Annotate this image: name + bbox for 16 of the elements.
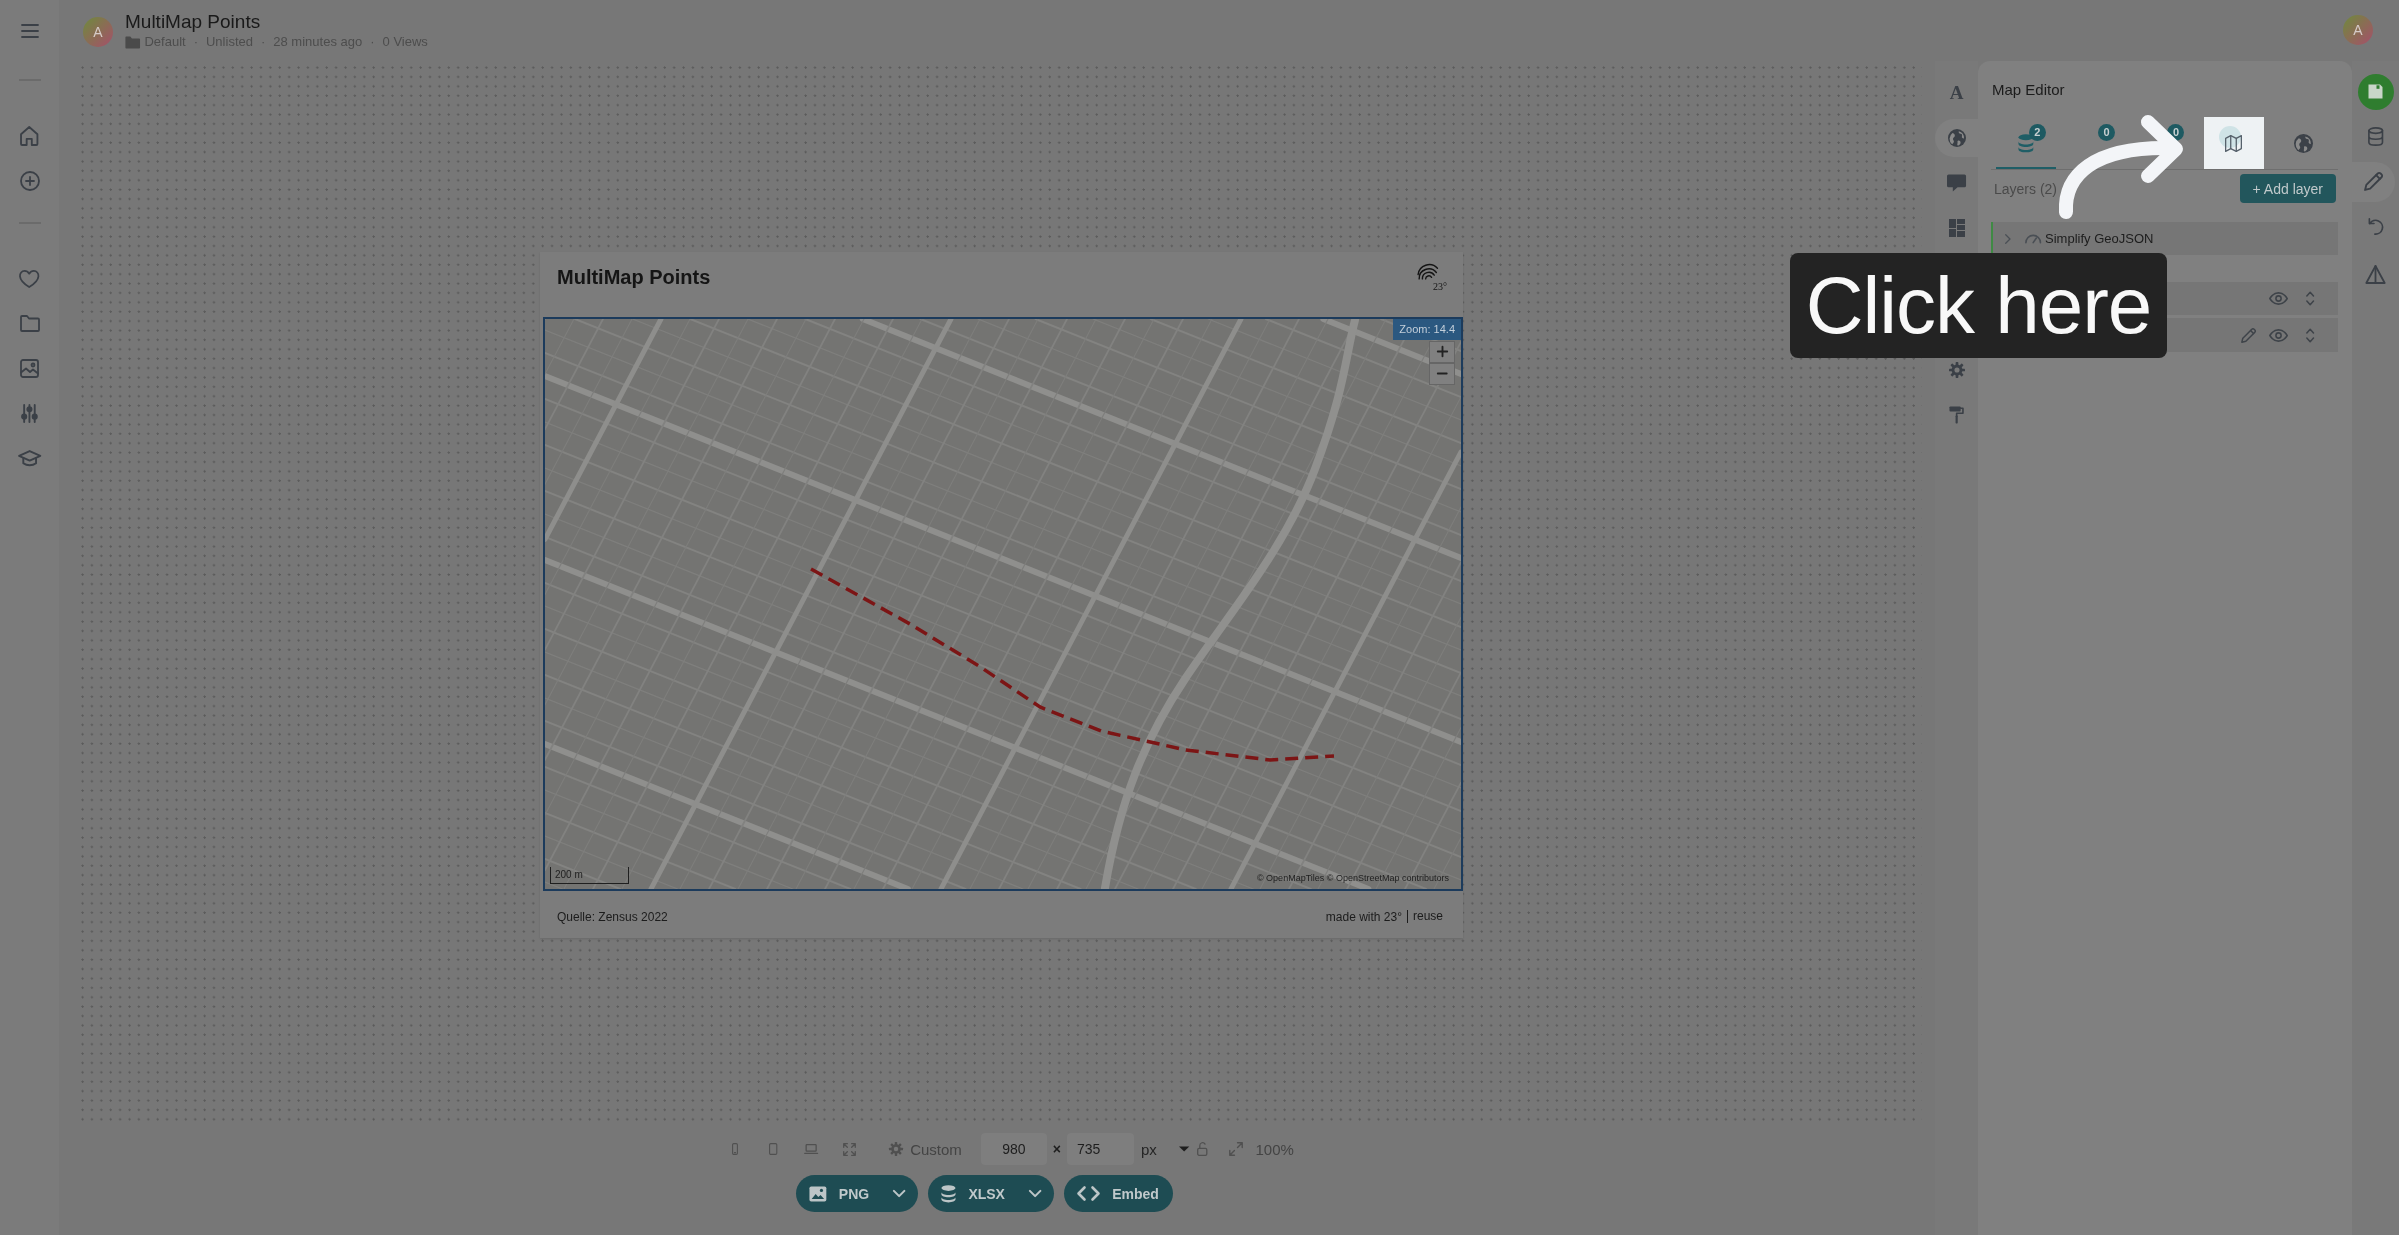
- times-sign: ×: [1052, 1141, 1061, 1157]
- card-title: MultiMap Points: [557, 264, 711, 289]
- instruction-tooltip: Click here: [1790, 253, 2167, 358]
- scale-bar: 200 m: [550, 866, 629, 884]
- meta-separator: ·: [260, 33, 266, 51]
- document-avatar: A: [83, 17, 113, 47]
- count-badge: 2: [2028, 124, 2046, 141]
- meta-separator: ·: [193, 33, 198, 51]
- meta-separator: ·: [370, 33, 375, 51]
- layer-name: Simplify GeoJSON: [2045, 231, 2154, 246]
- logo-text: 23°: [1433, 280, 1447, 292]
- count-badge: 0: [2098, 124, 2116, 141]
- source-note: Quelle: Zensus 2022: [557, 909, 668, 924]
- zoom-level-badge: Zoom: 14.4: [1393, 318, 1461, 340]
- document-title: MultiMap Points: [125, 11, 262, 33]
- panel-title: Map Editor: [1992, 80, 2066, 100]
